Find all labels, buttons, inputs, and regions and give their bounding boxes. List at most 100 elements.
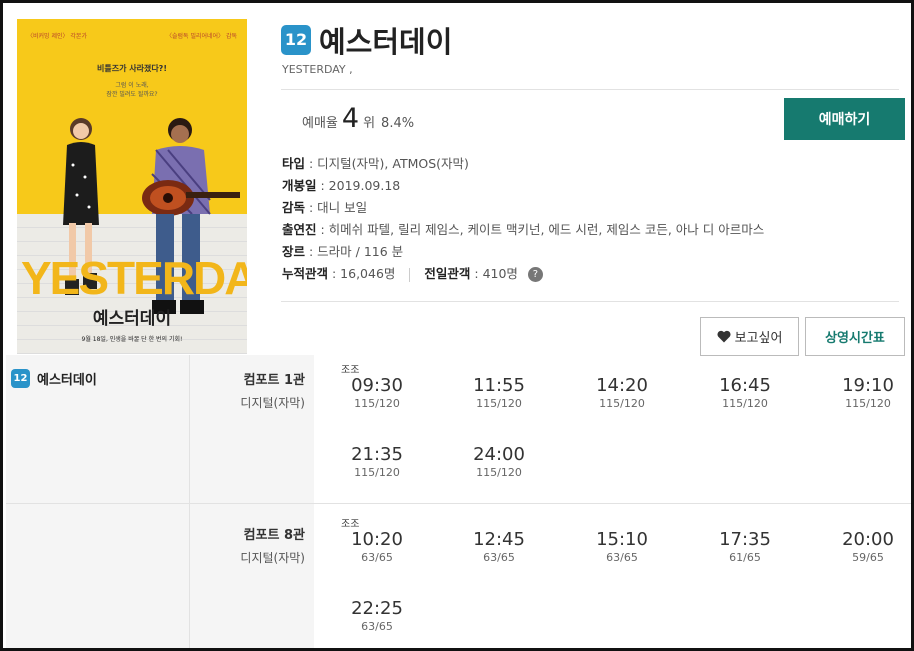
poster-credit-writer: 〈비커밍 제인〉 각본가: [27, 33, 87, 40]
age-rating-badge: 12: [281, 25, 311, 55]
seat-availability: 61/65: [729, 551, 761, 564]
movie-title-row: 12 예스터데이: [281, 19, 452, 61]
showtime-slot[interactable]: 21:35 115/120: [337, 444, 417, 479]
schedule-movie[interactable]: 12 예스터데이: [11, 369, 97, 388]
hall-info: 컴포트 8관 디지털(자막): [240, 524, 305, 566]
info-director-label: 감독: [282, 200, 306, 215]
showtime: 24:00: [473, 444, 525, 465]
showtime: 22:25: [351, 598, 403, 619]
seat-availability: 63/65: [483, 551, 515, 564]
info-cast-label: 출연진: [282, 222, 317, 237]
help-icon[interactable]: ?: [527, 267, 543, 282]
poster-credit-director: 〈슬럼독 밀리어네어〉 감독: [165, 33, 237, 40]
seat-availability: 63/65: [606, 551, 638, 564]
movie-title: 예스터데이: [319, 25, 453, 59]
showtime-slot[interactable]: 조조 10:20 63/65: [337, 519, 417, 564]
showtime-slot[interactable]: 11:55 115/120: [459, 375, 539, 410]
movie-info: 타입 : 디지털(자막), ATMOS(자막) 개봉일 : 2019.09.18…: [282, 153, 764, 285]
showtime: 14:20: [596, 375, 648, 396]
info-prev-day-audience-label: 전일관객: [424, 266, 471, 281]
showtime: 12:45: [473, 529, 525, 550]
showtime-slot[interactable]: 24:00 115/120: [459, 444, 539, 479]
seat-availability: 59/65: [852, 551, 884, 564]
showtime-slot[interactable]: 조조 09:30 115/120: [337, 365, 417, 410]
info-cast-value: : 히메쉬 파텔, 릴리 제임스, 케이트 맥키넌, 에드 시런, 제임스 코든…: [316, 222, 765, 237]
page-frame: 〈비커밍 제인〉 각본가 〈슬럼독 밀리어네어〉 감독 비틀즈가 사라졌다?! …: [0, 0, 914, 651]
seat-availability: 63/65: [361, 620, 393, 633]
hall-name: 컴포트 8관: [243, 528, 305, 543]
seat-availability: 115/120: [722, 397, 768, 410]
hall-screen-type: 디지털(자막): [240, 551, 305, 565]
booking-rank: 예매율 4 위 8.4%: [302, 103, 414, 134]
booking-rate-percent: 8.4%: [381, 116, 415, 131]
divider: [281, 301, 899, 302]
showtime: 21:35: [351, 444, 403, 465]
info-genre: 장르 : 드라마 / 116 분: [282, 241, 764, 263]
info-audience: 누적관객 : 16,046명 전일관객 : 410명 ?: [282, 263, 764, 285]
info-genre-value: : 드라마 / 116 분: [305, 244, 404, 259]
poster-subtagline: 그럼 이 노래, 잠깐 빌려도 될까요?: [17, 81, 247, 99]
hall-info: 컴포트 1관 디지털(자막): [240, 369, 305, 411]
booking-rank-number: 4: [341, 103, 360, 134]
showtime: 19:10: [842, 375, 894, 396]
seat-availability: 115/120: [354, 397, 400, 410]
showtime-slot[interactable]: 16:45 115/120: [705, 375, 785, 410]
heart-icon: [717, 330, 731, 343]
divider: [281, 89, 899, 90]
seat-availability: 115/120: [476, 466, 522, 479]
showtime-slot[interactable]: 14:20 115/120: [582, 375, 662, 410]
wishlist-label: 보고싶어: [734, 331, 783, 346]
seat-availability: 115/120: [599, 397, 645, 410]
showtime: 11:55: [473, 375, 525, 396]
book-button[interactable]: 예매하기: [784, 98, 905, 140]
info-open-label: 개봉일: [282, 178, 317, 193]
info-open-value: : 2019.09.18: [316, 178, 401, 193]
showtime-slot[interactable]: 19:10 115/120: [828, 375, 908, 410]
showtime: 16:45: [719, 375, 771, 396]
wishlist-button[interactable]: 보고싶어: [700, 317, 799, 356]
poster-korean-title: 예스터데이: [92, 309, 172, 329]
early-bird-tag: 조조: [341, 519, 360, 530]
schedule-movie-name: 예스터데이: [37, 373, 97, 388]
hall-name: 컴포트 1관: [243, 373, 305, 388]
showtime: 20:00: [842, 529, 894, 550]
info-type: 타입 : 디지털(자막), ATMOS(자막): [282, 153, 764, 175]
seat-availability: 115/120: [845, 397, 891, 410]
info-total-audience-label: 누적관객: [282, 266, 329, 281]
info-type-label: 타입: [282, 156, 306, 171]
info-cast: 출연진 : 히메쉬 파텔, 릴리 제임스, 케이트 맥키넌, 에드 시런, 제임…: [282, 219, 764, 241]
divider: [6, 503, 911, 504]
poster-credits: 〈비커밍 제인〉 각본가 〈슬럼독 밀리어네어〉 감독: [17, 31, 247, 40]
showtimes-button[interactable]: 상영시간표: [805, 317, 905, 356]
info-open-date: 개봉일 : 2019.09.18: [282, 175, 764, 197]
poster-tagline: 비틀즈가 사라졌다?!: [97, 64, 167, 73]
showtime-slot[interactable]: 12:45 63/65: [459, 529, 539, 564]
showtime: 15:10: [596, 529, 648, 550]
showtime: 09:30: [351, 375, 403, 396]
showtime-schedule: 12 예스터데이 컴포트 1관 디지털(자막) 조조 09:30 115/120 1…: [6, 355, 911, 648]
info-prev-day-audience-value: : 410명: [470, 266, 518, 281]
poster-english-title: YESTERDAY: [21, 252, 247, 304]
info-type-value: : 디지털(자막), ATMOS(자막): [305, 156, 469, 171]
age-rating-badge: 12: [11, 369, 30, 388]
info-total-audience-value: : 16,046명: [328, 266, 396, 281]
info-director-value: : 대니 보일: [305, 200, 368, 215]
seat-availability: 115/120: [354, 466, 400, 479]
info-genre-label: 장르: [282, 244, 306, 259]
showtime-slot[interactable]: 17:35 61/65: [705, 529, 785, 564]
booking-rank-label: 예매율: [302, 116, 338, 131]
movie-english-title: YESTERDAY ,: [282, 63, 353, 76]
hall-screen-type: 디지털(자막): [240, 396, 305, 410]
showtime-slot[interactable]: 22:25 63/65: [337, 598, 417, 633]
seat-availability: 63/65: [361, 551, 393, 564]
seat-availability: 115/120: [476, 397, 522, 410]
showtime-slot[interactable]: 15:10 63/65: [582, 529, 662, 564]
booking-rank-unit: 위: [363, 116, 376, 131]
showtime: 17:35: [719, 529, 771, 550]
movie-poster[interactable]: 〈비커밍 제인〉 각본가 〈슬럼독 밀리어네어〉 감독 비틀즈가 사라졌다?! …: [17, 19, 247, 354]
early-bird-tag: 조조: [341, 365, 360, 376]
showtime-slot[interactable]: 20:00 59/65: [828, 529, 908, 564]
divider: [409, 267, 411, 282]
info-director: 감독 : 대니 보일: [282, 197, 764, 219]
showtime: 10:20: [351, 529, 403, 550]
